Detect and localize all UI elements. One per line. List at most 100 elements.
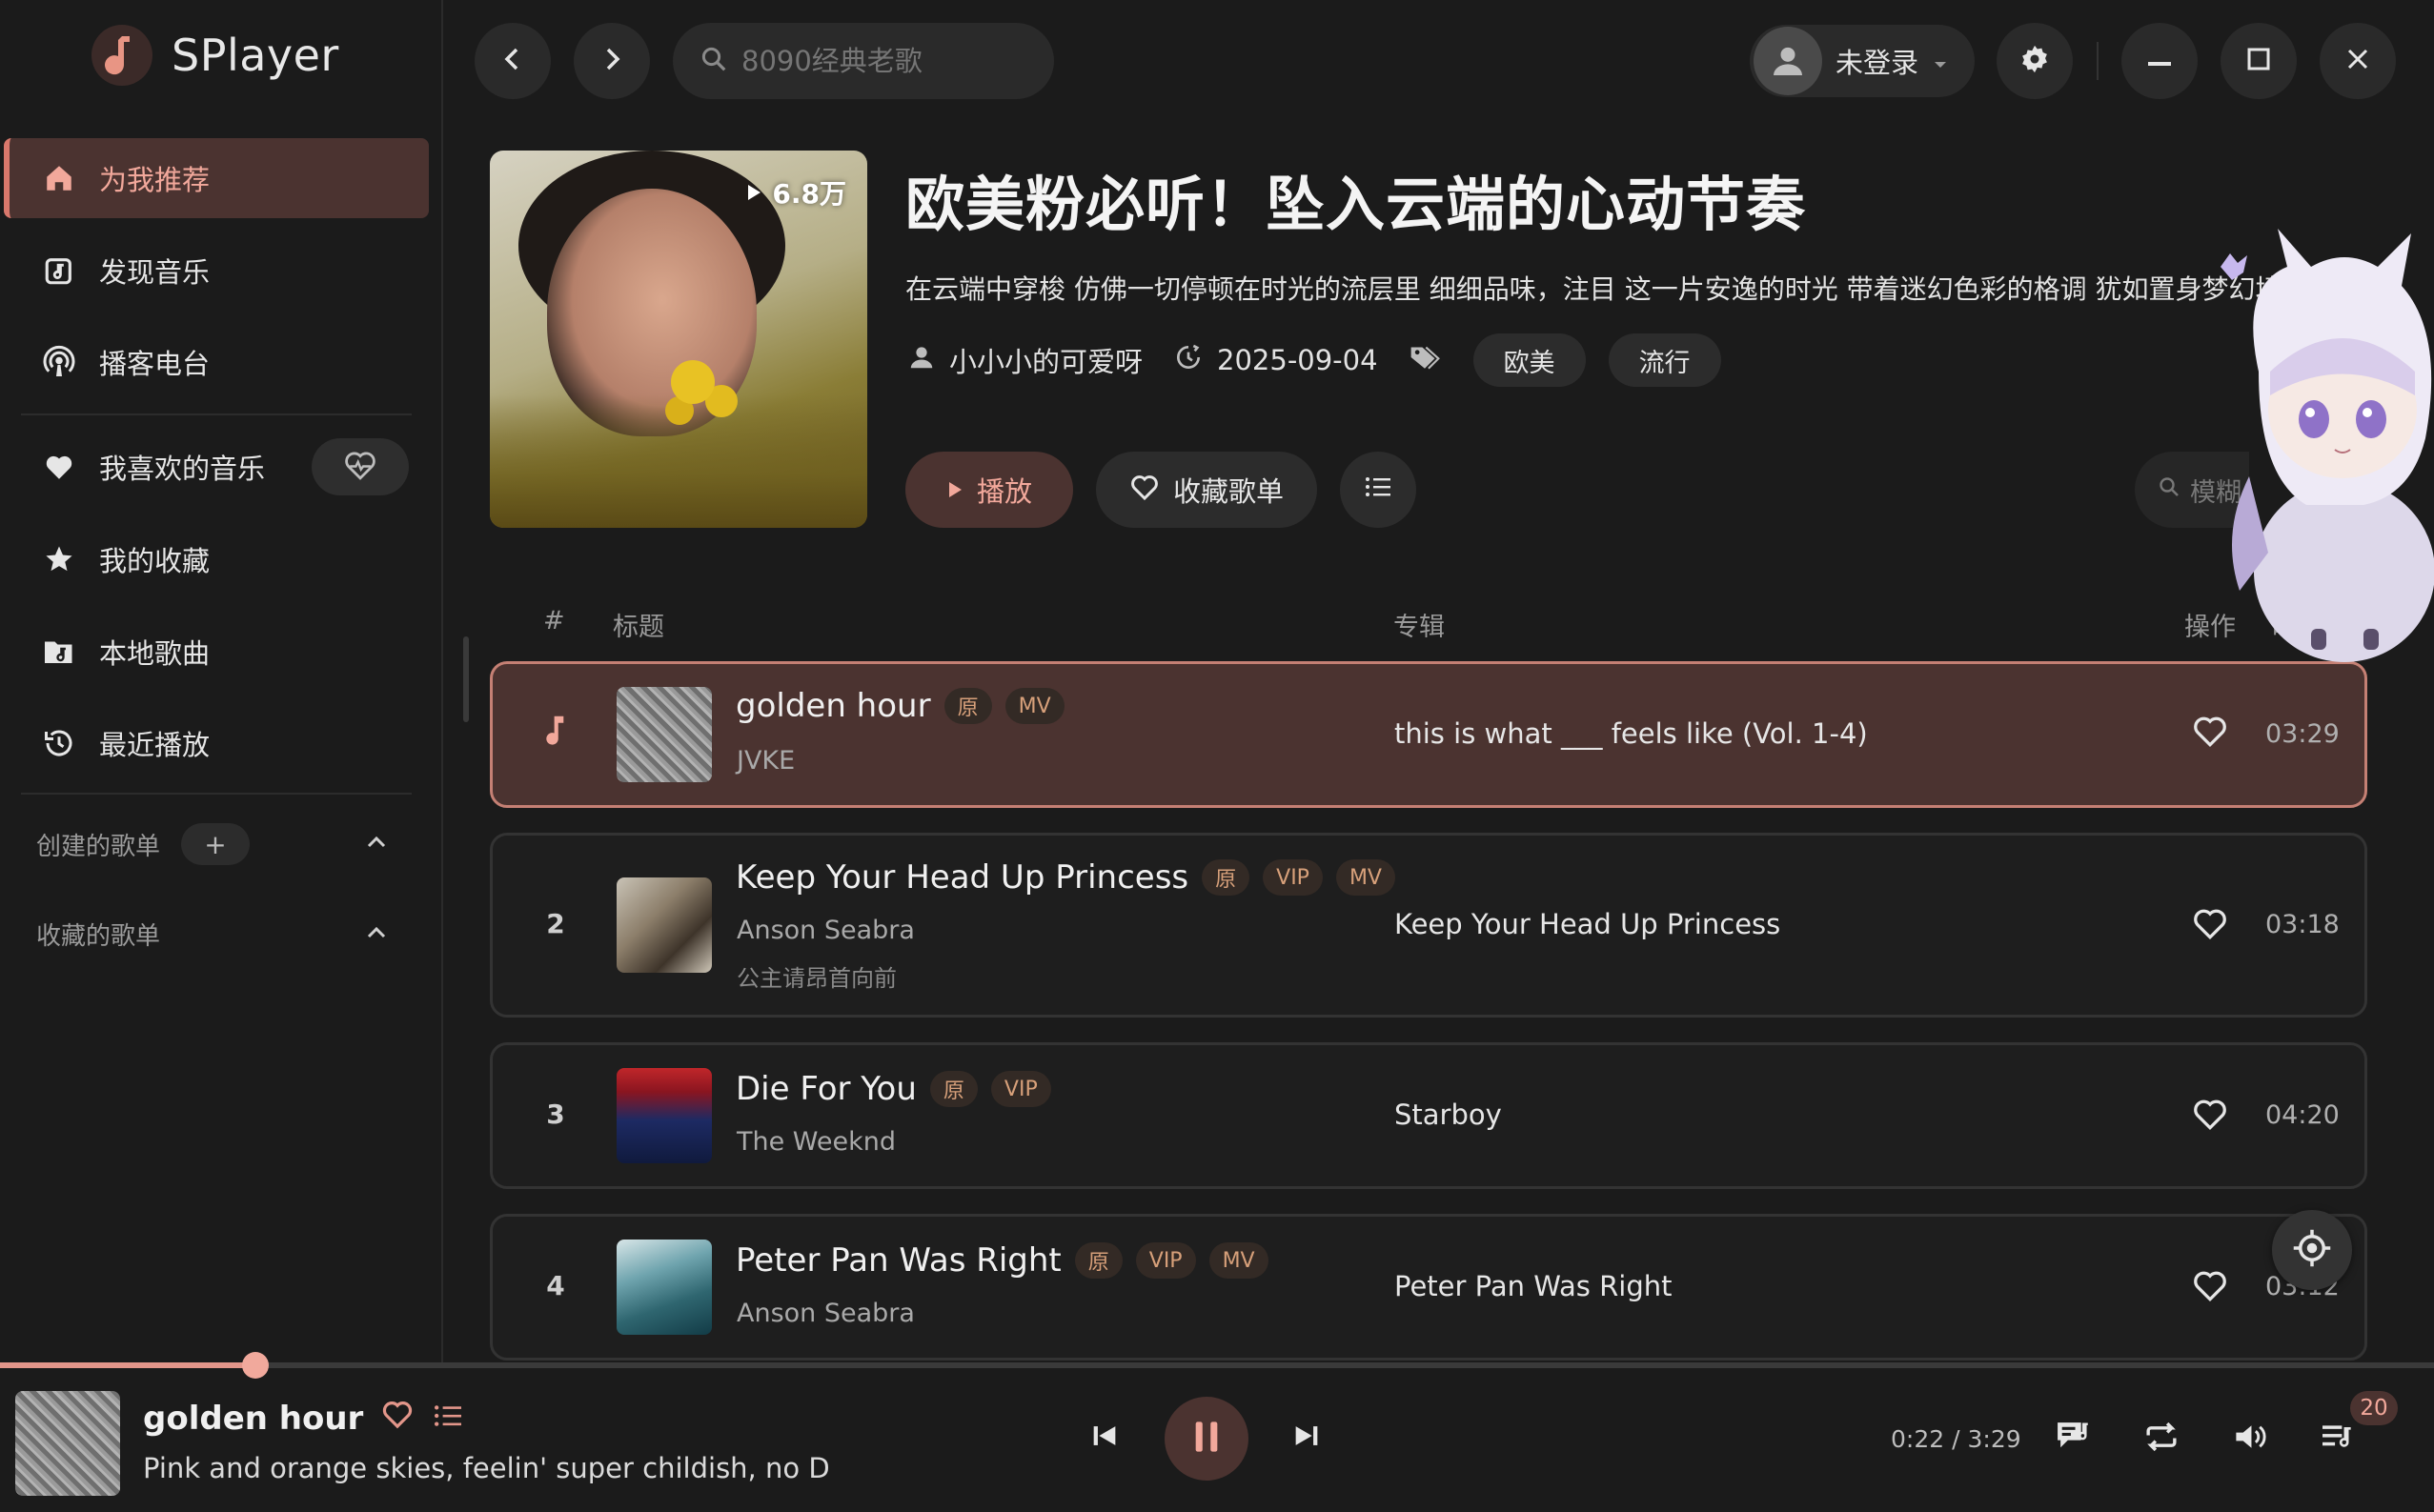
song-duration: 03:29 bbox=[2265, 719, 2340, 749]
song-album[interactable]: Keep Your Head Up Princess bbox=[1394, 908, 1780, 940]
collected-playlists-header[interactable]: 收藏的歌单 bbox=[36, 917, 417, 952]
like-heart-icon[interactable] bbox=[2191, 714, 2229, 752]
lyric-line: Pink and orange skies, feelin' super chi… bbox=[143, 1452, 829, 1484]
nav-label: 我的收藏 bbox=[99, 545, 211, 577]
col-header-album[interactable]: 专辑 bbox=[1393, 606, 1445, 643]
nav-label: 我喜欢的音乐 bbox=[99, 453, 266, 485]
chevron-up-icon[interactable] bbox=[364, 830, 389, 858]
star-icon bbox=[40, 540, 78, 578]
chevron-up-icon[interactable] bbox=[364, 920, 389, 949]
song-artist[interactable]: The Weeknd bbox=[737, 1127, 896, 1157]
scrollbar[interactable] bbox=[463, 636, 469, 722]
history-icon bbox=[40, 724, 78, 762]
tag-pop[interactable]: 流行 bbox=[1608, 333, 1721, 387]
tag-western[interactable]: 欧美 bbox=[1472, 333, 1586, 387]
play-icon bbox=[946, 474, 963, 506]
current-time: 0:22 bbox=[1891, 1425, 1945, 1453]
playlist-description[interactable]: 在云端中穿梭 仿佛一切停顿在时光的流层里 细细品味，注目 这一片安逸的时光 带着… bbox=[905, 269, 2306, 307]
play-all-button[interactable]: 播放 bbox=[905, 452, 1073, 528]
like-heart-icon[interactable] bbox=[2191, 906, 2229, 944]
add-playlist-button[interactable]: + bbox=[181, 823, 251, 865]
search-input[interactable] bbox=[741, 45, 1027, 77]
mv-badge[interactable]: MV bbox=[1004, 688, 1065, 724]
song-title[interactable]: golden hour bbox=[736, 687, 931, 725]
song-album[interactable]: Peter Pan Was Right bbox=[1394, 1270, 1673, 1302]
user-icon bbox=[907, 343, 936, 378]
search-bar[interactable] bbox=[673, 23, 1054, 99]
repeat-icon bbox=[2142, 1420, 2180, 1458]
nav-item-local-songs[interactable]: 本地歌曲 bbox=[4, 612, 429, 692]
app-logo[interactable]: SPlayer bbox=[91, 25, 339, 86]
playlist-cover[interactable]: 6.8万 bbox=[490, 151, 867, 528]
volume-button[interactable] bbox=[2232, 1420, 2268, 1458]
next-button[interactable] bbox=[1290, 1420, 1323, 1456]
playlist-date: 2025-09-04 bbox=[1217, 344, 1378, 376]
table-row[interactable]: 3 Die For You 原 VIP The Weeknd Starboy 0… bbox=[490, 1042, 2367, 1189]
pause-button[interactable] bbox=[1165, 1397, 1248, 1481]
vip-badge: VIP bbox=[1263, 859, 1323, 896]
home-icon bbox=[40, 159, 78, 197]
song-title-line: golden hour 原 MV bbox=[736, 687, 1065, 725]
forward-button[interactable] bbox=[574, 23, 650, 99]
nav-item-recent[interactable]: 最近播放 bbox=[4, 703, 429, 783]
song-cover bbox=[617, 1240, 712, 1335]
table-row[interactable]: 4 Peter Pan Was Right 原 VIP MV Anson Sea… bbox=[490, 1214, 2367, 1361]
user-menu[interactable]: 未登录 bbox=[1750, 25, 1975, 97]
sidebar: SPlayer 为我推荐 发现音乐 播客电台 我喜欢的音乐 我的收藏 本地歌曲 … bbox=[0, 0, 443, 1362]
topbar-divider bbox=[2097, 42, 2099, 80]
progress-knob[interactable] bbox=[242, 1352, 270, 1379]
mv-badge[interactable]: MV bbox=[1335, 859, 1395, 896]
minimize-button[interactable] bbox=[2121, 23, 2198, 99]
back-button[interactable] bbox=[475, 23, 551, 99]
now-playing-icon bbox=[537, 714, 575, 755]
time-separator: / bbox=[1952, 1425, 1960, 1453]
crosshair-icon bbox=[2292, 1228, 2332, 1272]
table-row[interactable]: golden hour 原 MV JVKE this is what ___ f… bbox=[490, 661, 2367, 808]
heartbeat-mode-button[interactable] bbox=[312, 438, 409, 495]
now-playing-title[interactable]: golden hour bbox=[143, 1400, 363, 1438]
song-artist[interactable]: Anson Seabra bbox=[737, 1299, 915, 1328]
like-heart-icon[interactable] bbox=[2191, 1268, 2229, 1306]
more-options-button[interactable] bbox=[1340, 452, 1416, 528]
maximize-button[interactable] bbox=[2221, 23, 2297, 99]
list-icon bbox=[1364, 474, 1392, 506]
nav-item-my-collection[interactable]: 我的收藏 bbox=[4, 519, 429, 599]
nav-item-discover[interactable]: 发现音乐 bbox=[4, 231, 429, 311]
locate-current-song-button[interactable] bbox=[2272, 1210, 2352, 1290]
mv-badge[interactable]: MV bbox=[1208, 1242, 1268, 1279]
nav-item-recommend[interactable]: 为我推荐 bbox=[4, 138, 429, 218]
song-title[interactable]: Peter Pan Was Right bbox=[736, 1241, 1062, 1280]
playlist-title: 欧美粉必听！坠入云端的心动节奏 bbox=[905, 170, 1807, 239]
created-playlists-header[interactable]: 创建的歌单 + bbox=[36, 823, 417, 865]
song-album[interactable]: this is what ___ feels like (Vol. 1-4) bbox=[1394, 717, 1868, 750]
close-button[interactable] bbox=[2320, 23, 2396, 99]
collect-playlist-button[interactable]: 收藏歌单 bbox=[1096, 452, 1317, 528]
playlist-creator[interactable]: 小小小的可爱呀 bbox=[949, 340, 1143, 380]
total-time: 3:29 bbox=[1967, 1425, 2021, 1453]
lyrics-button[interactable] bbox=[2055, 1418, 2093, 1458]
col-header-title[interactable]: 标题 bbox=[613, 606, 664, 643]
add-to-playlist-icon[interactable] bbox=[432, 1400, 464, 1438]
search-icon bbox=[700, 45, 728, 77]
table-row[interactable]: 2 Keep Your Head Up Princess 原 VIP MV An… bbox=[490, 833, 2367, 1018]
song-title[interactable]: Keep Your Head Up Princess bbox=[736, 858, 1188, 897]
previous-button[interactable] bbox=[1088, 1420, 1121, 1456]
volume-icon bbox=[2232, 1420, 2268, 1458]
now-playing-cover[interactable] bbox=[15, 1391, 120, 1496]
progress-track[interactable] bbox=[0, 1352, 2434, 1379]
music-note-logo-icon bbox=[91, 25, 152, 86]
like-heart-icon[interactable] bbox=[380, 1399, 415, 1438]
search-icon bbox=[2158, 475, 2180, 505]
song-album[interactable]: Starboy bbox=[1394, 1099, 1502, 1131]
playlist-queue-button[interactable] bbox=[2320, 1421, 2356, 1456]
repeat-button[interactable] bbox=[2142, 1420, 2180, 1458]
cover-art-flower bbox=[671, 360, 715, 404]
song-cover bbox=[617, 1068, 712, 1163]
settings-button[interactable] bbox=[1997, 23, 2073, 99]
song-title-line: Keep Your Head Up Princess 原 VIP MV bbox=[736, 858, 1395, 897]
like-heart-icon[interactable] bbox=[2191, 1097, 2229, 1135]
nav-item-podcast[interactable]: 播客电台 bbox=[4, 322, 429, 402]
song-artist[interactable]: Anson Seabra bbox=[737, 916, 915, 945]
song-artist[interactable]: JVKE bbox=[737, 746, 795, 776]
song-title[interactable]: Die For You bbox=[736, 1070, 917, 1108]
